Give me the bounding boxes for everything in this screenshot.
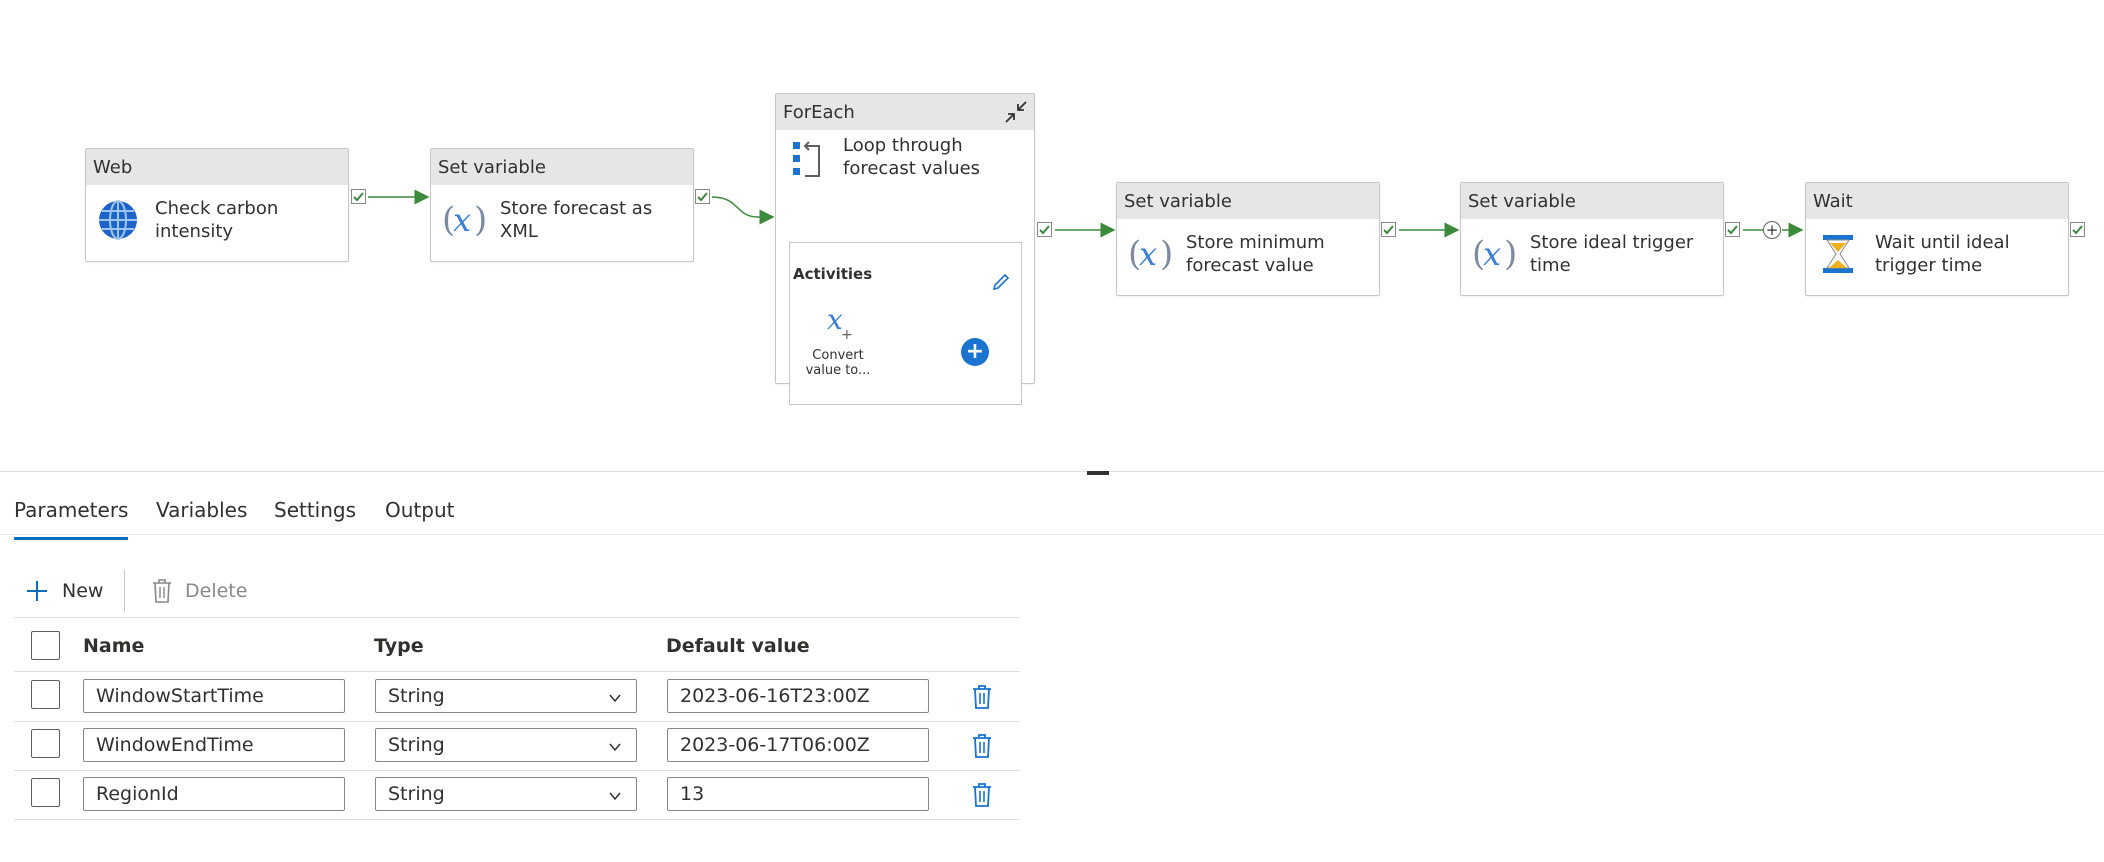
select-all-checkbox[interactable] — [31, 631, 60, 660]
chevron-down-icon — [608, 739, 622, 758]
tab-parameters[interactable]: Parameters — [14, 498, 129, 540]
parameter-type-select[interactable]: String — [375, 728, 637, 762]
column-header-type: Type — [374, 635, 424, 657]
inner-activity-caption: Convert value to... — [805, 348, 871, 378]
hourglass-icon — [1817, 233, 1859, 275]
activity-wait[interactable]: Wait Wait until ideal trigger time — [1805, 182, 2069, 296]
check-icon — [1039, 225, 1050, 235]
parameter-type-select[interactable]: String — [375, 679, 637, 713]
parameter-name-input[interactable] — [83, 728, 345, 762]
table-border — [14, 617, 1020, 618]
type-select-value: String — [388, 685, 445, 707]
variable-icon: ( x ) — [1128, 233, 1173, 275]
activity-name: Wait until ideal trigger time — [1875, 232, 2010, 276]
row-checkbox[interactable] — [31, 729, 60, 758]
delete-button[interactable]: Delete — [150, 576, 260, 606]
panel-splitter[interactable] — [0, 471, 2104, 472]
svg-text:): ) — [1504, 234, 1517, 274]
delete-row-trash-icon[interactable] — [971, 684, 993, 710]
tab-settings[interactable]: Settings — [274, 498, 356, 522]
activity-name: Loop through forecast values — [843, 135, 981, 179]
success-output-checkbox[interactable] — [2070, 222, 2085, 237]
check-icon — [697, 192, 708, 202]
splitter-grip[interactable] — [1087, 471, 1109, 475]
trash-icon — [150, 576, 174, 615]
add-connector-node[interactable]: + — [1763, 221, 1781, 239]
collapse-icon[interactable] — [1004, 100, 1028, 124]
activity-web[interactable]: Web Check carbon intensity — [85, 148, 349, 262]
parameter-name-input[interactable] — [83, 679, 345, 713]
activity-foreach[interactable]: ForEach Loop through forecast values Act… — [775, 93, 1035, 405]
property-tabs: Parameters Variables Settings Output — [0, 478, 2104, 540]
activity-type-label: Set variable — [1117, 183, 1379, 219]
delete-row-trash-icon[interactable] — [971, 782, 993, 808]
check-icon — [1727, 225, 1738, 235]
tab-variables[interactable]: Variables — [156, 498, 247, 522]
svg-text:x: x — [453, 201, 471, 239]
parameter-type-select[interactable]: String — [375, 777, 637, 811]
default-value-input[interactable] — [667, 777, 929, 811]
foreach-inner-activities[interactable]: Activities x + Convert value to... + — [789, 242, 1022, 405]
globe-icon — [97, 199, 139, 241]
edit-pencil-icon[interactable] — [991, 272, 1011, 296]
tab-output[interactable]: Output — [385, 498, 454, 522]
activity-name: Store forecast as XML — [500, 198, 653, 242]
inner-variable-icon[interactable]: x + — [825, 303, 855, 345]
type-select-value: String — [388, 734, 445, 756]
variable-icon: ( x ) — [442, 199, 487, 241]
activity-type-label: Wait — [1806, 183, 2068, 219]
activity-name: Store ideal trigger time — [1530, 232, 1694, 276]
activity-name: Check carbon intensity — [155, 198, 279, 242]
type-select-value: String — [388, 783, 445, 805]
success-output-checkbox[interactable] — [351, 189, 366, 204]
inner-activities-title: Activities — [793, 265, 873, 283]
parameter-name-input[interactable] — [83, 777, 345, 811]
activity-type-label: Set variable — [431, 149, 693, 185]
default-value-input[interactable] — [667, 728, 929, 762]
chevron-down-icon — [608, 690, 622, 709]
row-checkbox[interactable] — [31, 778, 60, 807]
activity-set-variable-forecast[interactable]: Set variable ( x ) Store forecast as XML — [430, 148, 694, 262]
svg-text:): ) — [1160, 234, 1173, 274]
activity-set-variable-minimum[interactable]: Set variable ( x ) Store minimum forecas… — [1116, 182, 1380, 296]
check-icon — [1383, 225, 1394, 235]
plus-icon — [24, 576, 50, 615]
default-value-input[interactable] — [667, 679, 929, 713]
success-output-checkbox[interactable] — [1725, 222, 1740, 237]
success-output-checkbox[interactable] — [1037, 222, 1052, 237]
column-header-default-value: Default value — [666, 635, 810, 657]
new-button[interactable]: New — [24, 576, 114, 606]
add-activity-button[interactable]: + — [961, 338, 989, 366]
activity-type-label: Web — [86, 149, 348, 185]
success-output-checkbox[interactable] — [695, 189, 710, 204]
svg-text:+: + — [841, 327, 853, 341]
activity-type-label: ForEach — [776, 94, 1034, 130]
check-icon — [353, 192, 364, 202]
new-button-label: New — [62, 580, 104, 602]
toolbar-divider — [124, 570, 125, 612]
success-output-checkbox[interactable] — [1381, 222, 1396, 237]
delete-row-trash-icon[interactable] — [971, 733, 993, 759]
activity-type-label: Set variable — [1461, 183, 1723, 219]
chevron-down-icon — [608, 788, 622, 807]
pipeline-canvas[interactable]: Web Check carbon intensity Set variable — [0, 0, 2104, 470]
check-icon — [2072, 225, 2083, 235]
variable-icon: ( x ) — [1472, 233, 1517, 275]
activity-set-variable-trigger[interactable]: Set variable ( x ) Store ideal trigger t… — [1460, 182, 1724, 296]
connector-setvar1-to-foreach — [711, 196, 775, 225]
svg-text:x: x — [1483, 235, 1501, 273]
column-header-name: Name — [83, 635, 145, 657]
foreach-icon — [791, 140, 833, 182]
svg-text:x: x — [1139, 235, 1157, 273]
activity-name: Store minimum forecast value — [1186, 232, 1325, 276]
delete-button-label: Delete — [185, 580, 248, 602]
row-checkbox[interactable] — [31, 680, 60, 709]
svg-text:): ) — [474, 200, 487, 240]
